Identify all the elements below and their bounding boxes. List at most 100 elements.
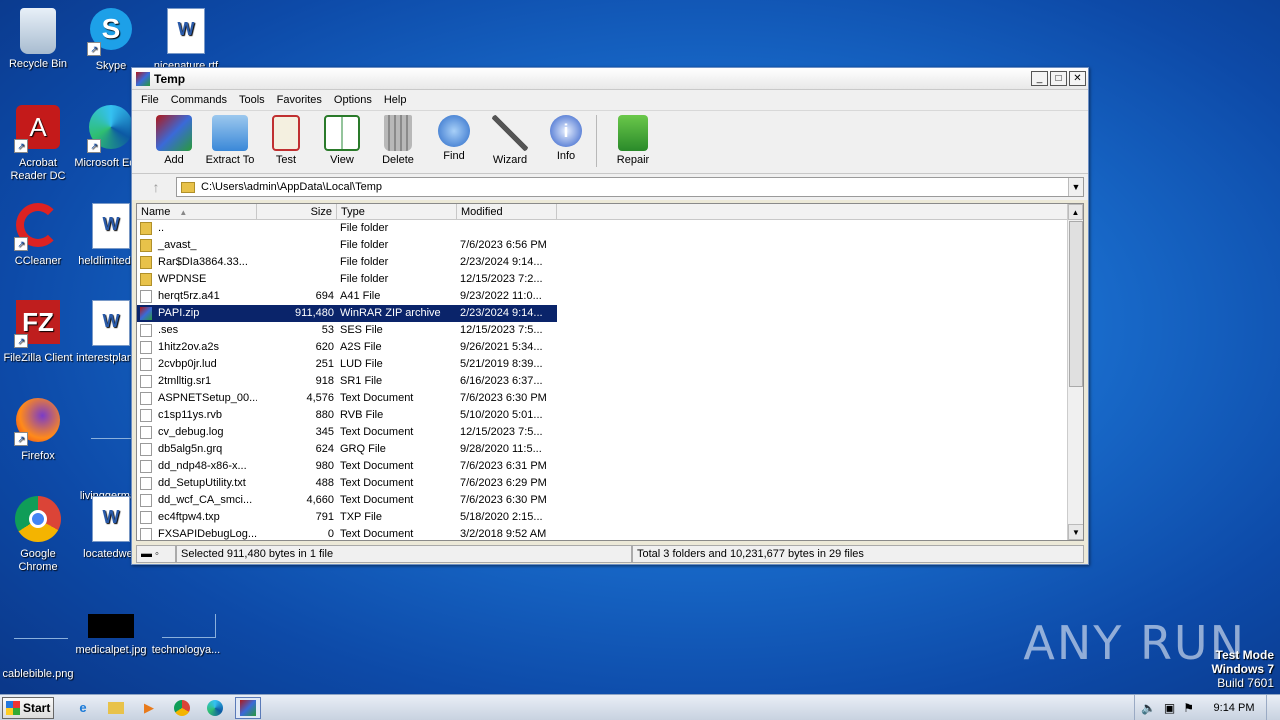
file-row[interactable]: herqt5rz.a41 694 A41 File 9/23/2022 11:0...: [137, 288, 1083, 305]
menu-options[interactable]: Options: [328, 94, 378, 106]
desktop-icon-ccleaner[interactable]: ↗ CCleaner: [0, 203, 76, 268]
file-row[interactable]: cv_debug.log 345 Text Document 12/15/2023 7…: [137, 424, 1083, 441]
image-file-icon: [162, 614, 216, 640]
system-tray: 🔈 ▣ ⚑ 9:14 PM: [1133, 694, 1280, 720]
file-row[interactable]: WPDNSE File folder 12/15/2023 7:2...: [137, 271, 1083, 288]
file-row[interactable]: c1sp11ys.rvb 880 RVB File 5/10/2020 5:01...: [137, 407, 1083, 424]
desktop-icon-chrome[interactable]: Google Chrome: [0, 496, 76, 574]
edge-taskbar-icon[interactable]: [202, 697, 228, 719]
file-name: c1sp11ys.rvb: [158, 409, 222, 421]
file-row[interactable]: 1hitz2ov.a2s 620 A2S File 9/26/2021 5:34...: [137, 339, 1083, 356]
column-type[interactable]: Type: [337, 204, 457, 219]
winrar-taskbar-icon[interactable]: [235, 696, 261, 719]
close-button[interactable]: ✕: [1069, 71, 1086, 86]
desktop-icon-firefox[interactable]: ↗ Firefox: [0, 398, 76, 463]
word-document-icon: W: [162, 8, 210, 56]
explorer-folder-icon[interactable]: [103, 697, 129, 719]
desktop-icon-medicalpet[interactable]: medicalpet.jpg: [73, 614, 149, 657]
file-name: ASPNETSetup_00...: [158, 392, 257, 404]
vertical-scrollbar[interactable]: ▲ ▼: [1067, 204, 1083, 540]
maximize-button[interactable]: □: [1050, 71, 1067, 86]
desktop-icon-technologya[interactable]: technologya...: [148, 614, 224, 657]
desktop-icon-recycle-bin[interactable]: Recycle Bin: [0, 8, 76, 71]
column-header: Name ▲ Size Type Modified: [137, 204, 1083, 220]
desktop-icon-skype[interactable]: S ↗ Skype: [73, 8, 149, 73]
file-row[interactable]: dd_SetupUtility.txt 488 Text Document 7/6/2…: [137, 475, 1083, 492]
scroll-thumb[interactable]: [1069, 221, 1083, 387]
path-field[interactable]: C:\Users\admin\AppData\Local\Temp ▼: [176, 177, 1084, 197]
scroll-down-arrow-icon[interactable]: ▼: [1068, 524, 1083, 540]
file-icon: [140, 392, 152, 405]
find-label: Find: [443, 150, 465, 162]
wizard-button[interactable]: Wizard: [482, 115, 538, 166]
column-size[interactable]: Size: [257, 204, 337, 219]
winrar-window[interactable]: Temp _ □ ✕ File Commands Tools Favorites…: [131, 67, 1089, 565]
file-name: 2cvbp0jr.lud: [158, 358, 217, 370]
file-modified: 12/15/2023 7:5...: [460, 426, 543, 438]
file-row[interactable]: PAPI.zip 911,480 WinRAR ZIP archive 2/23/20…: [137, 305, 1083, 322]
title-bar[interactable]: Temp _ □ ✕: [132, 68, 1088, 90]
file-row[interactable]: dd_wcf_CA_smci... 4,660 Text Document 7/6/2…: [137, 492, 1083, 509]
file-row[interactable]: ec4ftpw4.txp 791 TXP File 5/18/2020 2:15...: [137, 509, 1083, 526]
action-center-flag-icon[interactable]: ⚑: [1183, 701, 1194, 715]
desktop-icon-label: FileZilla Client: [3, 352, 73, 364]
desktop-icon-cablebible[interactable]: cablebible.png: [0, 614, 76, 681]
internet-explorer-icon[interactable]: e: [70, 697, 96, 719]
file-row[interactable]: 2cvbp0jr.lud 251 LUD File 5/21/2019 8:39...: [137, 356, 1083, 373]
desktop-icon-acrobat[interactable]: A ↗ Acrobat Reader DC: [0, 105, 76, 183]
file-type: LUD File: [340, 358, 383, 370]
menu-help[interactable]: Help: [378, 94, 413, 106]
file-modified: 7/6/2023 6:30 PM: [460, 494, 547, 506]
file-size: 918: [315, 375, 334, 387]
file-row[interactable]: ASPNETSetup_00... 4,576 Text Document 7/6/2…: [137, 390, 1083, 407]
chrome-icon: [14, 496, 62, 544]
menu-file[interactable]: File: [135, 94, 165, 106]
media-player-icon[interactable]: ▶: [136, 697, 162, 719]
extract-to-button[interactable]: Extract To: [202, 115, 258, 166]
show-desktop-button[interactable]: [1266, 694, 1280, 720]
file-row[interactable]: _avast_ File folder 7/6/2023 6:56 PM: [137, 237, 1083, 254]
menu-favorites[interactable]: Favorites: [271, 94, 328, 106]
info-button[interactable]: i Info: [538, 115, 594, 162]
chrome-taskbar-icon[interactable]: [169, 697, 195, 719]
menu-bar: File Commands Tools Favorites Options He…: [132, 90, 1088, 110]
file-modified: 2/23/2024 9:14...: [460, 256, 543, 268]
file-name-cell: ASPNETSetup_00...: [137, 390, 257, 407]
chevron-down-icon[interactable]: ▼: [1068, 178, 1083, 196]
find-button[interactable]: Find: [426, 115, 482, 162]
file-row[interactable]: FXSAPIDebugLog... 0 Text Document 3/2/2018 …: [137, 526, 1083, 540]
file-name-cell: 2tmlltig.sr1: [137, 373, 257, 390]
file-type: A41 File: [340, 290, 381, 302]
file-row[interactable]: .ses 53 SES File 12/15/2023 7:5...: [137, 322, 1083, 339]
clock[interactable]: 9:14 PM: [1202, 702, 1266, 714]
file-type: File folder: [340, 256, 389, 268]
column-modified[interactable]: Modified: [457, 204, 557, 219]
delete-button[interactable]: Delete: [370, 115, 426, 166]
column-name[interactable]: Name ▲: [137, 204, 257, 219]
menu-commands[interactable]: Commands: [165, 94, 233, 106]
desktop-icon-filezilla[interactable]: FZ ↗ FileZilla Client: [0, 300, 76, 365]
zip-archive-icon: [140, 307, 152, 320]
file-size: 345: [315, 426, 334, 438]
info-icon: i: [550, 115, 582, 147]
network-icon[interactable]: ▣: [1164, 701, 1175, 715]
file-modified: 7/6/2023 6:30 PM: [460, 392, 547, 404]
file-row[interactable]: Rar$DIa3864.33... File folder 2/23/2024 9:…: [137, 254, 1083, 271]
file-row[interactable]: .. File folder: [137, 220, 1083, 237]
up-arrow-icon[interactable]: ↑: [136, 179, 176, 195]
sort-ascending-icon: ▲: [179, 208, 188, 217]
file-row[interactable]: dd_ndp48-x86-x... 980 Text Document 7/6/202…: [137, 458, 1083, 475]
volume-icon[interactable]: 🔈: [1141, 701, 1156, 715]
file-name: dd_wcf_CA_smci...: [158, 494, 253, 506]
view-button[interactable]: View: [314, 115, 370, 166]
file-row[interactable]: db5alg5n.grq 624 GRQ File 9/28/2020 11:5...: [137, 441, 1083, 458]
desktop-icon-nicenature[interactable]: W nicenature.rtf: [148, 8, 224, 73]
scroll-up-arrow-icon[interactable]: ▲: [1068, 204, 1083, 220]
minimize-button[interactable]: _: [1031, 71, 1048, 86]
add-button[interactable]: Add: [146, 115, 202, 166]
test-button[interactable]: Test: [258, 115, 314, 166]
repair-button[interactable]: Repair: [605, 115, 661, 166]
start-button[interactable]: Start: [2, 696, 54, 719]
file-row[interactable]: 2tmlltig.sr1 918 SR1 File 6/16/2023 6:37...: [137, 373, 1083, 390]
menu-tools[interactable]: Tools: [233, 94, 271, 106]
